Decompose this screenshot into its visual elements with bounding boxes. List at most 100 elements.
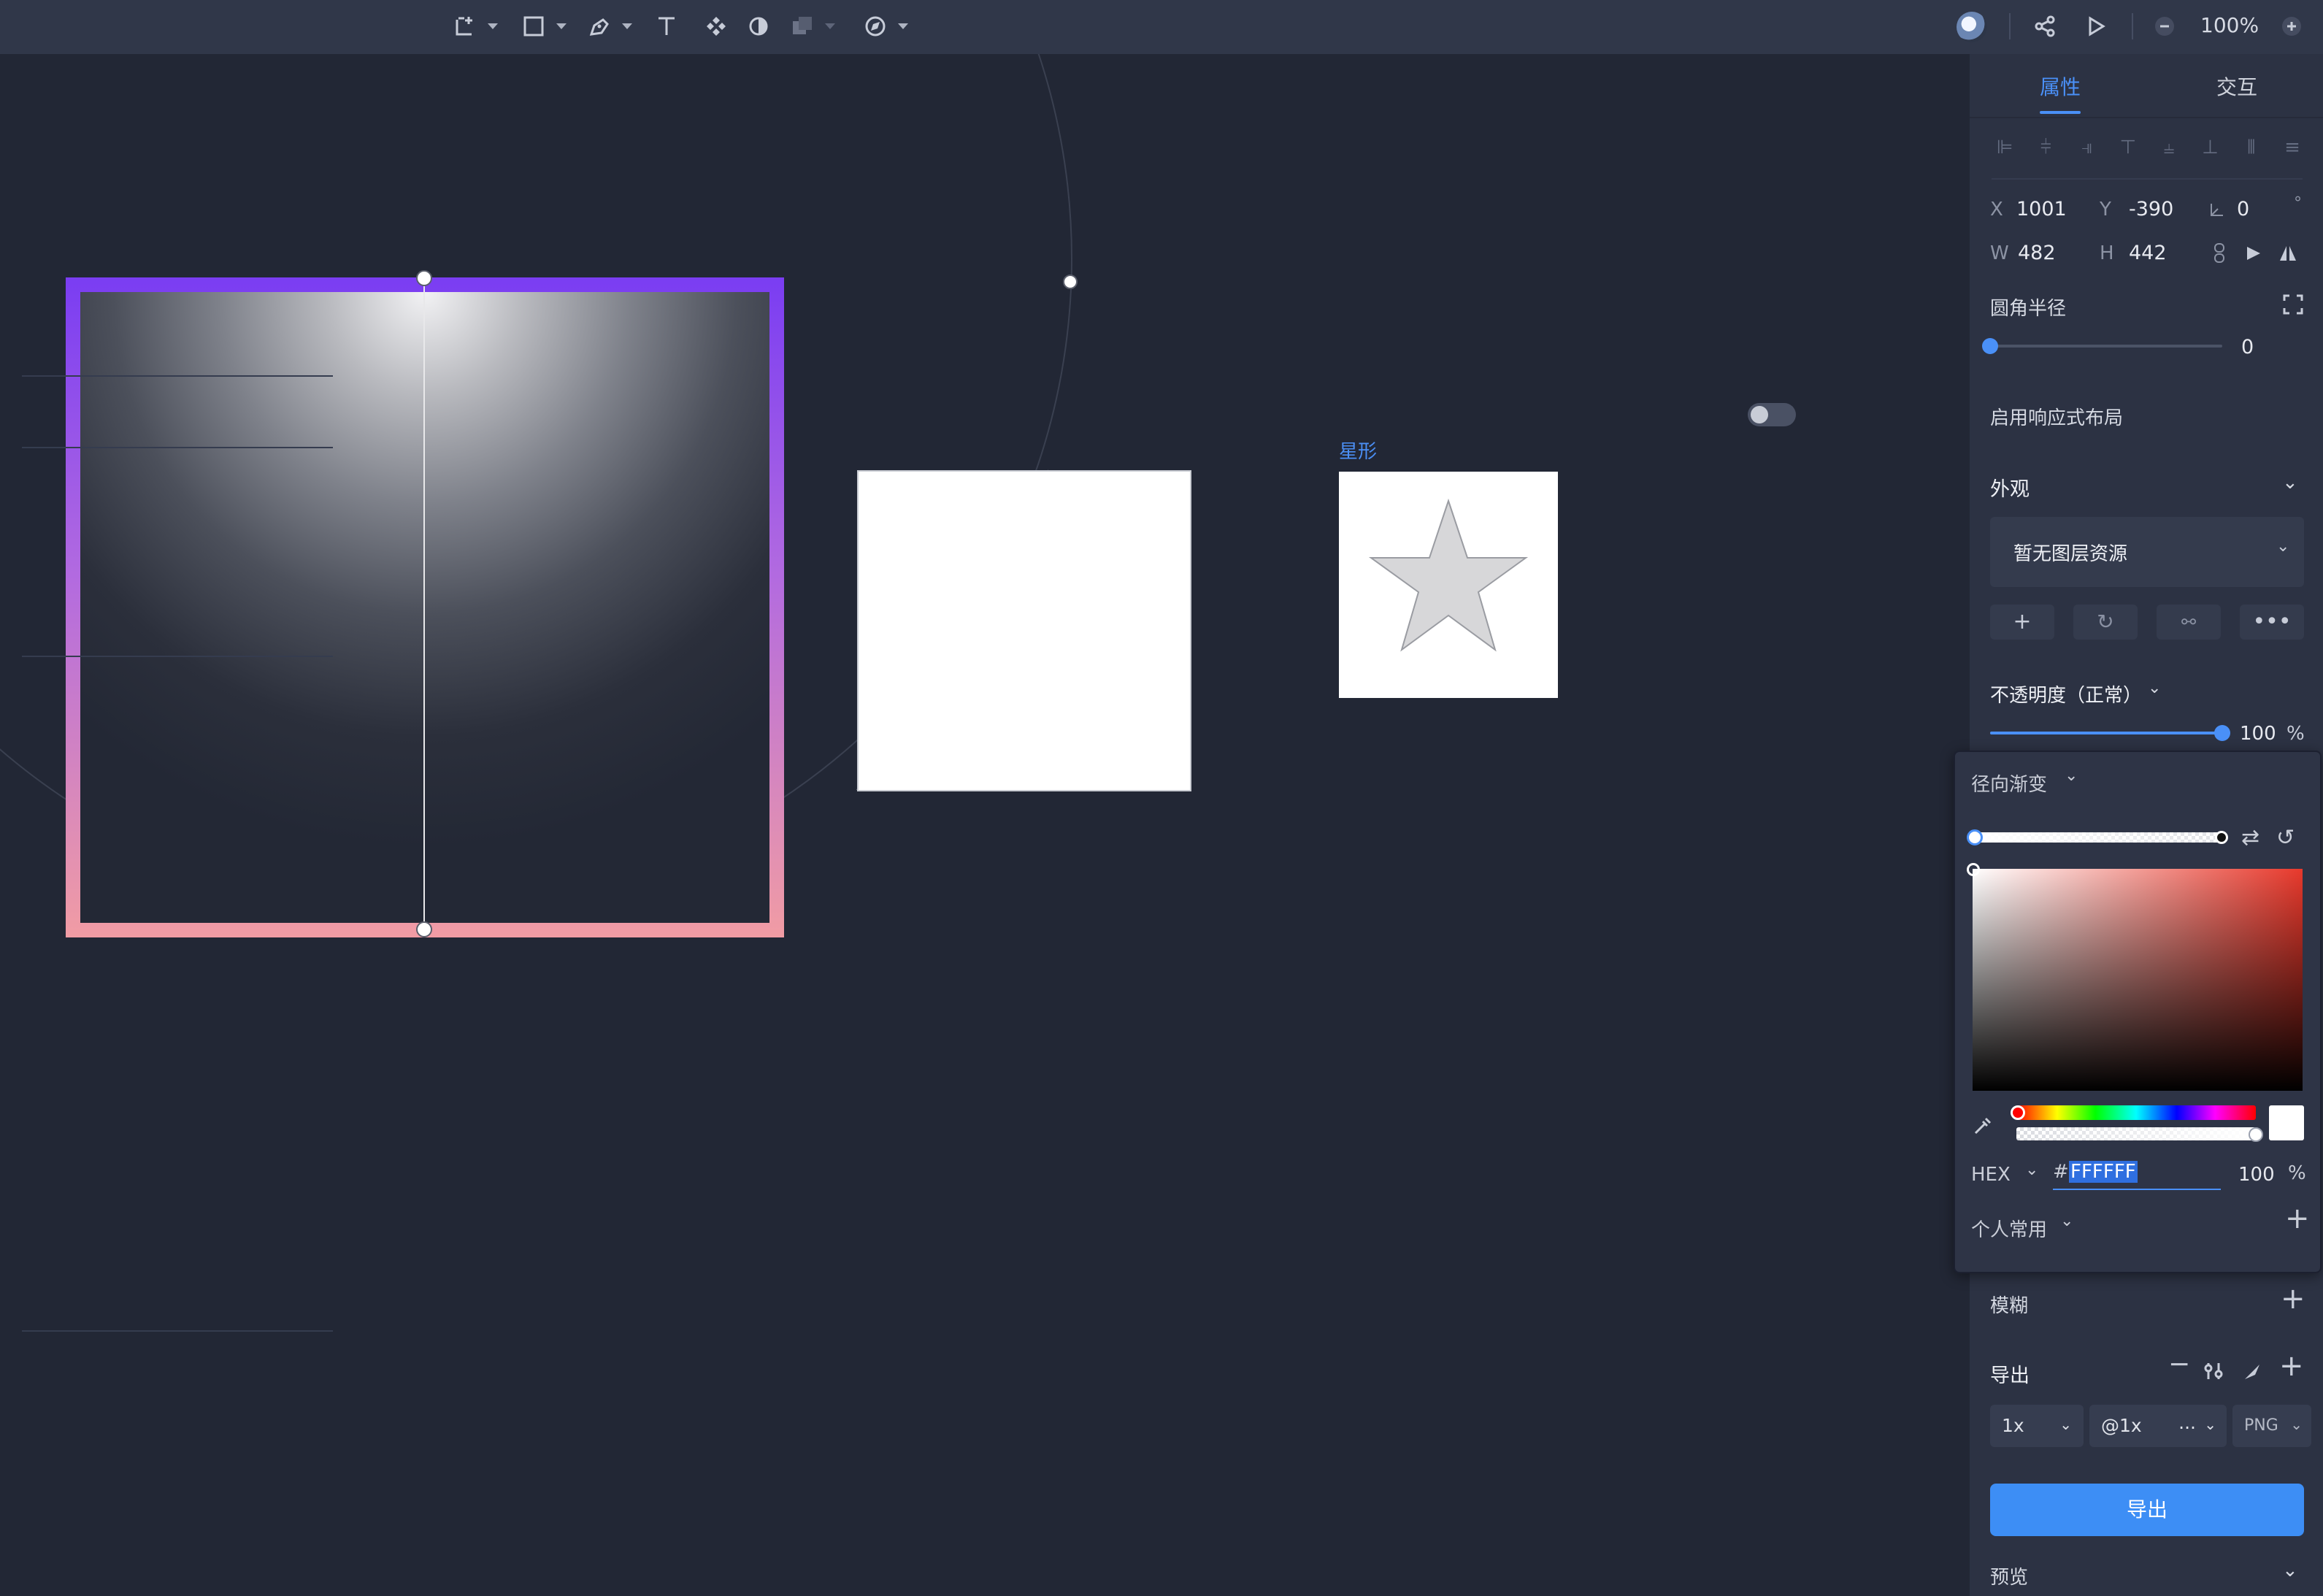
add-blur-plus-icon[interactable]: + xyxy=(2281,1282,2305,1316)
chevron-down-icon[interactable]: ⌄ xyxy=(2282,1559,2298,1581)
align-right-icon[interactable]: ⫣ xyxy=(2074,134,2100,161)
eyedropper-icon[interactable] xyxy=(1971,1113,1996,1137)
h-label: H xyxy=(2100,242,2114,264)
independent-corners-icon[interactable] xyxy=(2282,294,2304,315)
chevron-down-icon[interactable]: ⌄ xyxy=(2025,1161,2038,1179)
x-label: X xyxy=(1990,199,2003,220)
reset-icon[interactable]: ↺ xyxy=(2276,825,2295,851)
distribute-v-icon[interactable]: ≡ xyxy=(2279,134,2305,161)
more-options-button[interactable]: ••• xyxy=(2240,605,2304,640)
favorites-label[interactable]: 个人常用 xyxy=(1971,1215,2047,1242)
color-alpha-value[interactable]: 100 xyxy=(2238,1164,2275,1186)
align-top-icon[interactable]: ⊤ xyxy=(2115,134,2141,161)
toolbar-divider xyxy=(2009,13,2011,39)
section-divider xyxy=(22,375,333,377)
design-canvas[interactable]: 星形 xyxy=(0,54,1970,1596)
boolean-tool[interactable] xyxy=(790,10,835,42)
chevron-down-icon[interactable]: ⌄ xyxy=(2060,1212,2073,1230)
current-color-swatch xyxy=(2269,1105,2304,1140)
star-frame[interactable] xyxy=(1339,472,1558,698)
hex-value: FFFFFF xyxy=(2069,1161,2138,1183)
color-format-select[interactable]: HEX xyxy=(1971,1164,2011,1186)
gradient-radius-handle[interactable] xyxy=(1063,275,1078,289)
tab-properties[interactable]: 属性 xyxy=(2040,72,2081,101)
zoom-in-button[interactable] xyxy=(2281,10,2303,42)
y-input[interactable]: -390 xyxy=(2129,198,2173,220)
plugin-tool[interactable] xyxy=(863,10,908,42)
export-format-select[interactable]: PNG ⌄ xyxy=(2232,1405,2311,1447)
gradient-end-handle[interactable] xyxy=(416,921,432,937)
zoom-level[interactable]: 100% xyxy=(2200,13,2259,37)
chevron-down-icon xyxy=(898,23,908,29)
gradient-mode-select[interactable]: 径向渐变 xyxy=(1971,770,2047,797)
text-tool[interactable] xyxy=(654,10,679,42)
corner-radius-label: 圆角半径 xyxy=(1990,298,2067,320)
flip-vertical-icon[interactable] xyxy=(2278,244,2298,263)
white-rectangle[interactable] xyxy=(857,470,1191,791)
hue-slider[interactable] xyxy=(2016,1105,2256,1120)
height-input[interactable]: 442 xyxy=(2129,242,2167,264)
star-layer-label[interactable]: 星形 xyxy=(1339,437,1377,464)
export-button[interactable]: 导出 xyxy=(1990,1484,2304,1536)
saturation-value-picker[interactable] xyxy=(1973,869,2303,1091)
align-left-icon[interactable]: ⊫ xyxy=(1992,134,2018,161)
add-favorite-plus-icon[interactable]: + xyxy=(2285,1202,2310,1235)
zoom-out-button[interactable] xyxy=(2154,10,2176,42)
constrain-proportions-icon[interactable] xyxy=(2212,242,2227,264)
corner-radius-slider-thumb[interactable] xyxy=(1982,338,1998,354)
avatar[interactable] xyxy=(1957,12,1987,42)
zoom-out-icon xyxy=(2155,17,2174,36)
alpha-slider[interactable] xyxy=(2016,1127,2256,1140)
x-input[interactable]: 1001 xyxy=(2016,198,2067,220)
opacity-value[interactable]: 100 xyxy=(2240,723,2276,745)
y-label: Y xyxy=(2100,199,2111,220)
rectangle-tool[interactable] xyxy=(521,10,567,42)
corner-radius-slider-track[interactable] xyxy=(1990,345,2222,348)
tab-interaction[interactable]: 交互 xyxy=(2216,72,2257,101)
gradient-start-handle[interactable] xyxy=(416,270,432,286)
chevron-down-icon[interactable]: ⌄ xyxy=(2065,767,2078,785)
add-style-button[interactable]: + xyxy=(1990,605,2054,640)
width-input[interactable]: 482 xyxy=(2018,242,2056,264)
export-suffix-select[interactable]: @1x ... ⌄ xyxy=(2089,1405,2227,1447)
component-tool[interactable] xyxy=(704,10,729,42)
swap-stops-icon[interactable]: ⇄ xyxy=(2241,825,2259,851)
play-button[interactable] xyxy=(2084,10,2108,42)
hue-slider-thumb[interactable] xyxy=(2011,1105,2025,1120)
responsive-layout-toggle[interactable] xyxy=(1748,403,1796,426)
corner-radius-value[interactable]: 0 xyxy=(2241,336,2254,358)
alpha-slider-thumb[interactable] xyxy=(2249,1127,2263,1142)
slice-knife-icon[interactable] xyxy=(2243,1362,2262,1381)
opacity-slider-thumb[interactable] xyxy=(2214,725,2230,741)
export-scale-select[interactable]: 1x ⌄ xyxy=(1990,1405,2084,1447)
gradient-stop-start[interactable] xyxy=(1967,829,1983,845)
align-center-h-icon[interactable]: ⫩ xyxy=(2032,134,2059,161)
export-settings-icon[interactable] xyxy=(2203,1361,2224,1381)
chevron-down-icon[interactable]: ⌄ xyxy=(2282,472,2298,494)
chevron-down-icon[interactable]: ⌄ xyxy=(2148,679,2161,697)
share-button[interactable] xyxy=(2032,10,2057,42)
detach-style-button[interactable]: ⚯ xyxy=(2157,605,2221,640)
distribute-h-icon[interactable]: ⦀ xyxy=(2238,134,2265,161)
hex-hash: # xyxy=(2053,1161,2069,1183)
hex-input[interactable]: # FFFFFF xyxy=(2053,1159,2221,1190)
star-shape[interactable] xyxy=(1339,472,1558,698)
export-scale-value: 1x xyxy=(2002,1415,2024,1436)
flip-horizontal-icon[interactable] xyxy=(2244,244,2263,263)
align-middle-v-icon[interactable]: ⫨ xyxy=(2156,134,2182,161)
mask-tool[interactable] xyxy=(746,10,771,42)
minus-icon[interactable]: − xyxy=(2168,1349,2190,1379)
toolbar-divider xyxy=(2132,13,2133,39)
rotation-input[interactable]: 0 xyxy=(2237,198,2249,220)
gradient-stops-bar[interactable] xyxy=(1973,832,2224,843)
radial-gradient-fill xyxy=(80,292,769,923)
gradient-stop-end[interactable] xyxy=(2215,831,2228,844)
gradient-axis-line xyxy=(423,285,425,933)
sv-picker-cursor[interactable] xyxy=(1967,863,1980,876)
add-export-plus-icon[interactable]: + xyxy=(2279,1349,2304,1383)
pen-tool[interactable] xyxy=(587,10,632,42)
refresh-style-button[interactable]: ↻ xyxy=(2073,605,2138,640)
layer-resource-select[interactable]: 暂无图层资源 ⌄ xyxy=(1990,517,2304,587)
align-bottom-icon[interactable]: ⊥ xyxy=(2197,134,2223,161)
frame-tool[interactable] xyxy=(453,10,498,42)
